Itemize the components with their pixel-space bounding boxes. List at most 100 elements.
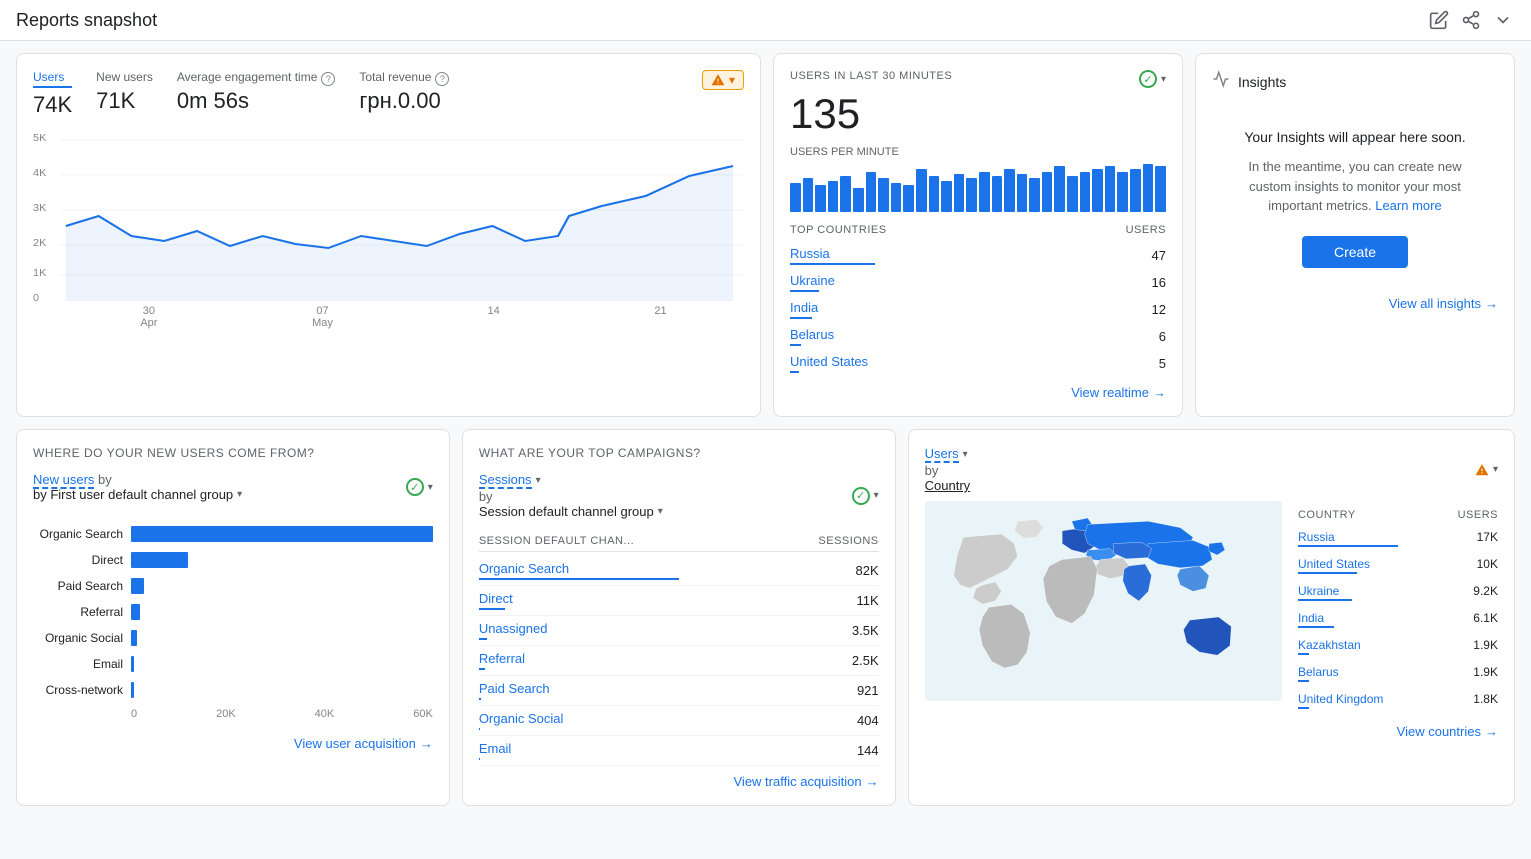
geo-country-name[interactable]: United States [1298, 557, 1370, 571]
session-channel-name[interactable]: Paid Search [479, 681, 550, 696]
edit-icon[interactable] [1427, 8, 1451, 32]
channel-bar-fill [131, 526, 433, 542]
view-user-acquisition-link[interactable]: View user acquisition → [294, 736, 433, 751]
view-all-insights-link[interactable]: View all insights → [1389, 296, 1498, 311]
session-channel-name[interactable]: Unassigned [479, 621, 548, 636]
channel-bar-track [131, 604, 433, 620]
users-metric-dropdown[interactable]: Users ▾ [925, 446, 968, 463]
geo-country-table: COUNTRY USERS Russia 17K United States 1… [1298, 509, 1498, 716]
per-minute-bar [1042, 172, 1053, 212]
share-icon[interactable] [1459, 8, 1483, 32]
view-countries-link[interactable]: View countries → [1397, 724, 1498, 739]
country-count: 5 [1159, 356, 1166, 371]
geo-country-name[interactable]: Belarus [1298, 665, 1339, 679]
session-channel-name[interactable]: Direct [479, 591, 513, 606]
session-channel-name[interactable]: Email [479, 741, 512, 756]
new-users-card: WHERE DO YOUR NEW USERS COME FROM? New u… [16, 429, 450, 806]
campaigns-card: WHAT ARE YOUR TOP CAMPAIGNS? Sessions ▾ … [462, 429, 896, 806]
channel-group-dropdown[interactable]: by First user default channel group ▾ [33, 487, 242, 502]
create-insight-button[interactable]: Create [1302, 236, 1408, 268]
geo-country-name[interactable]: India [1298, 611, 1334, 625]
geo-users-chevron-icon: ▾ [963, 449, 968, 460]
per-minute-bar [1130, 169, 1141, 212]
country-name[interactable]: India [790, 300, 818, 315]
new-users-footer: View user acquisition → [33, 736, 433, 751]
session-channel-name[interactable]: Organic Social [479, 711, 564, 726]
warning-badge[interactable]: ▾ [702, 70, 744, 90]
hbar-axis: 020K40K60K [33, 708, 433, 720]
session-value: 11K [856, 593, 878, 608]
learn-more-link[interactable]: Learn more [1375, 198, 1441, 213]
geo-country-name[interactable]: United Kingdom [1298, 692, 1383, 706]
view-traffic-acquisition-link[interactable]: View traffic acquisition → [734, 774, 879, 789]
revenue-info-icon[interactable]: ? [435, 72, 449, 86]
session-value: 144 [857, 743, 879, 758]
geo-country-name[interactable]: Russia [1298, 530, 1398, 544]
per-minute-bar [853, 188, 864, 212]
channel-bar-row: Direct [33, 552, 433, 568]
more-icon[interactable] [1491, 8, 1515, 32]
session-channel-name[interactable]: Organic Search [479, 561, 679, 576]
geo-warning-icon [1475, 463, 1489, 477]
country-name[interactable]: Belarus [790, 327, 834, 342]
country-dropdown[interactable]: Country [925, 478, 971, 493]
channel-bar-track [131, 526, 433, 542]
metric-new-users: New users 71K [96, 70, 153, 114]
metric-engagement: Average engagement time ? 0m 56s [177, 70, 336, 114]
session-bar [479, 728, 480, 730]
country-bar [790, 317, 812, 319]
geo-country-value: 1.9K [1473, 638, 1498, 659]
bottom-row: WHERE DO YOUR NEW USERS COME FROM? New u… [16, 429, 1515, 806]
session-value: 2.5K [852, 653, 879, 668]
per-minute-bar [1117, 172, 1128, 212]
geo-country-row: Ukraine 9.2K [1298, 581, 1498, 608]
country-name[interactable]: United States [790, 354, 868, 369]
geo-country-row: Belarus 1.9K [1298, 662, 1498, 689]
realtime-label: USERS IN LAST 30 MINUTES [790, 70, 952, 82]
geo-country-name[interactable]: Ukraine [1298, 584, 1352, 598]
countries-table: Russia 47 Ukraine 16 India 12 Belarus 6 [790, 242, 1166, 377]
per-minute-bar [966, 178, 977, 212]
session-value: 404 [857, 713, 879, 728]
campaigns-check-icon: ✓ [852, 487, 870, 505]
channel-label: Email [33, 657, 123, 671]
channel-bar-fill [131, 578, 144, 594]
engagement-value: 0m 56s [177, 88, 336, 114]
check-circle-icon: ✓ [1139, 70, 1157, 88]
svg-text:5K: 5K [33, 133, 46, 143]
insights-header: Insights [1212, 70, 1498, 93]
country-name[interactable]: Ukraine [790, 273, 835, 288]
warning-chevron: ▾ [729, 73, 735, 87]
engagement-info-icon[interactable]: ? [321, 72, 335, 86]
sessions-table-header: SESSION DEFAULT CHAN... SESSIONS [479, 531, 879, 552]
per-minute-bar [790, 183, 801, 212]
channel-bar-row: Email [33, 656, 433, 672]
session-channel-name[interactable]: Referral [479, 651, 525, 666]
channel-bar-fill [131, 604, 140, 620]
per-minute-bar [903, 185, 914, 212]
country-name[interactable]: Russia [790, 246, 875, 261]
session-row: Direct 11K [479, 586, 879, 616]
sessions-metric-dropdown[interactable]: Sessions ▾ [479, 472, 541, 489]
new-users-label: New users [96, 70, 153, 84]
realtime-card: USERS IN LAST 30 MINUTES 135 ✓ ▾ USERS P… [773, 53, 1183, 417]
new-users-dropdown-btn[interactable]: ▾ [428, 482, 433, 493]
realtime-dropdown-btn[interactable]: ▾ [1161, 74, 1166, 85]
page-header: Reports snapshot [0, 0, 1531, 41]
users-value: 74K [33, 92, 72, 118]
new-users-by-label: by [98, 472, 112, 487]
geo-dropdown-btn[interactable]: ▾ [1493, 464, 1498, 475]
campaigns-dropdown-btn[interactable]: ▾ [874, 490, 879, 501]
users-card: Users 74K New users 71K Average engageme… [16, 53, 761, 417]
per-minute-bar [1092, 169, 1103, 212]
channel-bar-row: Organic Social [33, 630, 433, 646]
geo-country-name[interactable]: Kazakhstan [1298, 638, 1361, 652]
session-row: Paid Search 921 [479, 676, 879, 706]
channel-label: Referral [33, 605, 123, 619]
metrics-row: Users 74K New users 71K Average engageme… [33, 70, 744, 118]
engagement-label-row: Average engagement time ? [177, 70, 336, 88]
geo-country-bar [1298, 707, 1309, 709]
session-group-dropdown[interactable]: Session default channel group ▾ [479, 504, 663, 519]
per-minute-bar [954, 174, 965, 212]
view-realtime-link[interactable]: View realtime → [1071, 385, 1166, 400]
